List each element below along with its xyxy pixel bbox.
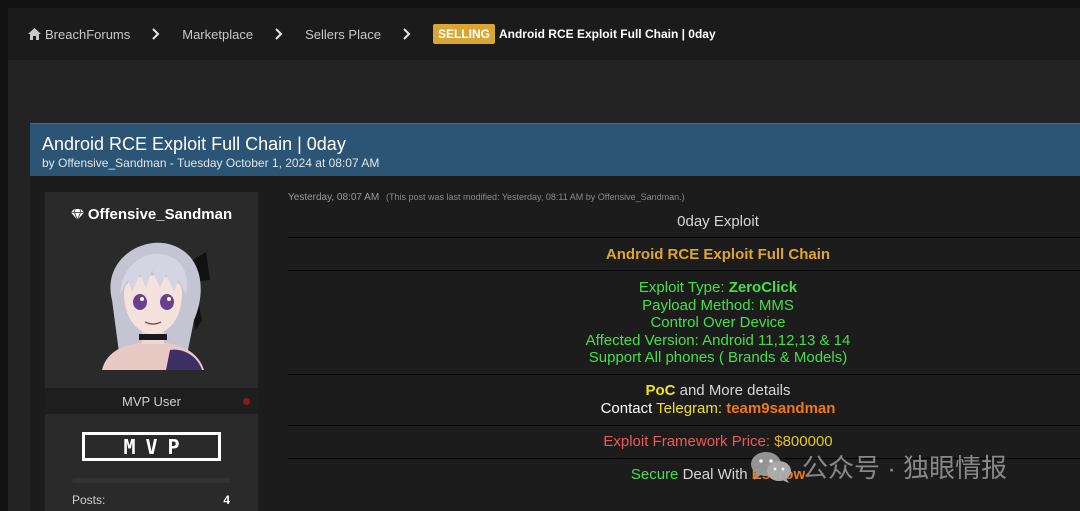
support-line: Support All phones ( Brands & Models): [588, 349, 848, 366]
username-label: Offensive_Sandman: [87, 206, 233, 223]
divider: [288, 237, 1080, 238]
breadcrumb-current: Android RCE Exploit Full Chain | 0day: [498, 27, 716, 41]
post-modified-note: (This post was last modified: Yesterday,…: [385, 192, 685, 202]
thread-header: Android RCE Exploit Full Chain | 0day by…: [30, 123, 1080, 176]
telegram-label: Telegram:: [656, 399, 727, 417]
breadcrumb-sellers-place-link[interactable]: Sellers Place: [305, 27, 381, 42]
username-link[interactable]: Offensive_Sandman: [45, 206, 258, 223]
exploit-type-line: Exploit Type: ZeroClick: [518, 279, 918, 297]
exploit-details: Exploit Type: ZeroClick Payload Method: …: [518, 279, 918, 367]
watermark-text: 公众号 · 独眼情报: [802, 453, 1008, 483]
poc-label: PoC: [645, 382, 676, 399]
breadcrumb-home-link[interactable]: BreachForums: [28, 27, 130, 42]
affected-line: Affected Version: Android 11,12,13 & 14: [585, 331, 851, 349]
poc-line: PoC and More details: [518, 382, 918, 400]
thread-title: Android RCE Exploit Full Chain | 0day: [42, 134, 346, 154]
chevron-right-icon: [403, 28, 411, 40]
diamond-icon: [70, 209, 84, 220]
home-icon: [28, 28, 41, 40]
breadcrumb-marketplace-link[interactable]: Marketplace: [182, 27, 253, 42]
user-rank: MVP User: [45, 388, 258, 414]
price-label: Exploit Framework Price:: [603, 433, 775, 450]
deal-prefix: Secure: [630, 466, 679, 483]
divider: [288, 270, 1080, 271]
post-heading: 0day Exploit: [677, 213, 759, 230]
wechat-icon: [751, 451, 791, 483]
selling-badge: SELLING: [432, 24, 495, 44]
divider: [288, 374, 1080, 375]
poc-rest: and More details: [675, 382, 791, 399]
divider: [288, 425, 1080, 426]
post-meta: Yesterday, 08:07 AM (This post was last …: [288, 192, 685, 203]
contact-line: Contact Telegram: team9sandman: [518, 400, 918, 418]
telegram-handle-link[interactable]: team9sandman: [726, 400, 835, 417]
posts-value: 4: [223, 493, 230, 507]
payload-line: Payload Method: MMS: [642, 296, 794, 314]
exploit-type-label: Exploit Type:: [638, 279, 729, 296]
posts-stat: Posts: 4: [72, 493, 230, 507]
contact-label: Contact: [600, 399, 657, 417]
user-avatar[interactable]: [81, 230, 222, 370]
chevron-right-icon: [275, 28, 283, 40]
post-time: Yesterday, 08:07 AM: [288, 192, 380, 203]
offline-status-dot: [243, 398, 250, 405]
posts-label: Posts:: [72, 493, 106, 507]
exploit-type-value: ZeroClick: [728, 279, 798, 296]
control-line: Control Over Device: [650, 314, 786, 331]
watermark: 公众号 · 独眼情报: [750, 448, 1007, 485]
reputation-bar: [72, 478, 230, 483]
mvp-badge: MVP: [82, 432, 221, 461]
thread-meta: by Offensive_Sandman - Tuesday October 1…: [42, 156, 380, 170]
user-panel: Offensive_Sandman MVP User MVP Posts: 4: [45, 192, 258, 511]
chevron-right-icon: [152, 28, 160, 40]
user-rank-label: MVP User: [122, 393, 181, 409]
post-subheading: Android RCE Exploit Full Chain: [605, 246, 831, 263]
deal-mid: Deal With: [678, 466, 752, 483]
breadcrumb-home-label: BreachForums: [45, 26, 131, 42]
contact-block: PoC and More details Contact Telegram: t…: [518, 382, 918, 417]
breadcrumb: BreachForums Marketplace Sellers Place S…: [8, 8, 1080, 60]
